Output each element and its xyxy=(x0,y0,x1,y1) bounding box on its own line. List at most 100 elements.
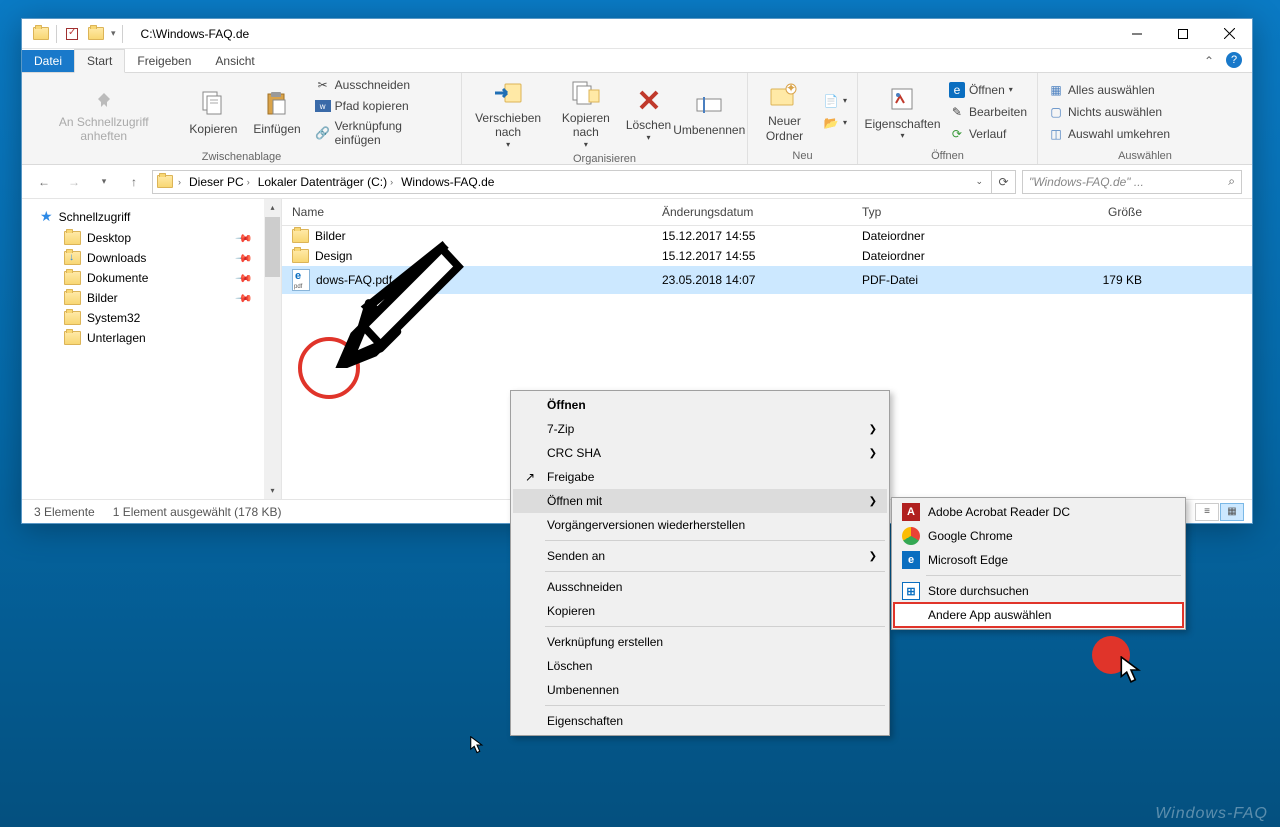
column-headers[interactable]: Name Änderungsdatum Typ Größe xyxy=(282,199,1252,226)
forward-button[interactable]: → xyxy=(62,170,86,194)
copy-path-button[interactable]: ᴡPfad kopieren xyxy=(311,97,455,115)
address-dropdown-icon[interactable]: ⌄ xyxy=(971,176,987,187)
ribbon-collapse-icon[interactable]: ⌃ xyxy=(1196,50,1222,72)
ctx-previous-versions[interactable]: Vorgängerversionen wiederherstellen xyxy=(513,513,887,537)
ctx-rename[interactable]: Umbenennen xyxy=(513,678,887,702)
view-icons-button[interactable]: ▦ xyxy=(1220,503,1244,521)
ctx-delete[interactable]: Löschen xyxy=(513,654,887,678)
breadcrumb[interactable]: › Dieser PC› Lokaler Datenträger (C:)› W… xyxy=(152,170,992,194)
folder-icon xyxy=(64,311,81,325)
maximize-button[interactable] xyxy=(1160,19,1206,48)
group-new-label: Neu xyxy=(754,148,851,164)
history-icon: ⟳ xyxy=(949,126,965,142)
app-chrome[interactable]: Google Chrome xyxy=(894,524,1183,548)
ctx-sendto[interactable]: Senden an❯ xyxy=(513,544,887,568)
edge-icon: e xyxy=(949,82,965,98)
select-none-button[interactable]: ▢Nichts auswählen xyxy=(1044,102,1174,122)
search-input[interactable]: "Windows-FAQ.de" ...⌕ xyxy=(1022,170,1242,194)
app-store-search[interactable]: ⊞Store durchsuchen xyxy=(894,579,1183,603)
qat-dropdown-icon[interactable]: ▾ xyxy=(111,28,116,39)
crumb-pc: Dieser PC› xyxy=(186,175,253,189)
ctx-create-shortcut[interactable]: Verknüpfung erstellen xyxy=(513,630,887,654)
ctx-share[interactable]: ↗Freigabe xyxy=(513,465,887,489)
paste-shortcut-button[interactable]: 🔗Verknüpfung einfügen xyxy=(311,117,455,149)
file-size: 179 KB xyxy=(1052,273,1152,287)
pin-quickaccess-button[interactable]: An Schnellzugriff anheften xyxy=(28,79,179,146)
file-row[interactable]: Design 15.12.2017 14:55Dateiordner xyxy=(282,246,1252,266)
tab-view[interactable]: Ansicht xyxy=(203,50,266,72)
context-menu: Öffnen 7-Zip❯ CRC SHA❯ ↗Freigabe Öffnen … xyxy=(510,390,890,736)
file-type: Dateiordner xyxy=(852,249,1052,263)
up-button[interactable]: ↑ xyxy=(122,170,146,194)
file-name: Bilder xyxy=(315,229,346,243)
ctx-crcsha[interactable]: CRC SHA❯ xyxy=(513,441,887,465)
sidebar-scrollbar[interactable]: ▴▾ xyxy=(264,199,281,499)
refresh-button[interactable]: ⟳ xyxy=(992,170,1016,194)
app-adobe[interactable]: AAdobe Acrobat Reader DC xyxy=(894,500,1183,524)
select-all-button[interactable]: ▦Alles auswählen xyxy=(1044,80,1174,100)
file-date: 23.05.2018 14:07 xyxy=(652,273,852,287)
invert-selection-button[interactable]: ◫Auswahl umkehren xyxy=(1044,124,1174,144)
shortcut-icon: 🔗 xyxy=(315,125,331,141)
file-date: 15.12.2017 14:55 xyxy=(652,249,852,263)
ribbon: An Schnellzugriff anheften Kopieren Einf… xyxy=(22,73,1252,165)
adobe-icon: A xyxy=(902,503,920,521)
view-details-button[interactable]: ≡ xyxy=(1195,503,1219,521)
open-button[interactable]: eÖffnen▾ xyxy=(945,80,1031,100)
sidebar-item-documents[interactable]: Dokumente📌 xyxy=(22,268,281,288)
copy-button[interactable]: Kopieren xyxy=(183,86,243,138)
move-to-button[interactable]: Verschieben nach▾ xyxy=(468,75,548,151)
sidebar-item-desktop[interactable]: Desktop📌 xyxy=(22,228,281,248)
recent-button[interactable]: ▾ xyxy=(92,170,116,194)
tab-start[interactable]: Start xyxy=(74,49,125,73)
titlebar: ▾ C:\Windows-FAQ.de xyxy=(22,19,1252,49)
ctx-openwith[interactable]: Öffnen mit❯ xyxy=(513,489,887,513)
paste-button[interactable]: Einfügen xyxy=(247,86,306,138)
ctx-open[interactable]: Öffnen xyxy=(513,393,887,417)
properties-button[interactable]: Eigenschaften▾ xyxy=(864,81,941,143)
help-icon[interactable]: ? xyxy=(1226,52,1242,68)
crumb-drive: Lokaler Datenträger (C:)› xyxy=(255,175,396,189)
easy-access-button[interactable]: 📂▾ xyxy=(819,113,851,133)
close-button[interactable] xyxy=(1206,19,1252,48)
status-count: 3 Elemente xyxy=(34,505,95,519)
ctx-properties[interactable]: Eigenschaften xyxy=(513,709,887,733)
cut-button[interactable]: ✂Ausschneiden xyxy=(311,75,455,95)
sidebar-item-unterlagen[interactable]: Unterlagen xyxy=(22,328,281,348)
delete-button[interactable]: Löschen▾ xyxy=(624,82,674,144)
ctx-7zip[interactable]: 7-Zip❯ xyxy=(513,417,887,441)
folder-icon xyxy=(64,331,81,345)
qat-properties-icon[interactable] xyxy=(63,25,81,43)
app-edge[interactable]: eMicrosoft Edge xyxy=(894,548,1183,572)
back-button[interactable]: ← xyxy=(32,170,56,194)
sidebar: ★Schnellzugriff Desktop📌 Downloads📌 Doku… xyxy=(22,199,282,499)
sidebar-quickaccess[interactable]: ★Schnellzugriff xyxy=(22,205,281,228)
chrome-icon xyxy=(902,527,920,545)
select-all-icon: ▦ xyxy=(1048,82,1064,98)
file-row[interactable]: Bilder15.12.2017 14:55Dateiordner xyxy=(282,226,1252,246)
pin-icon: 📌 xyxy=(235,269,254,288)
sidebar-item-pictures[interactable]: Bilder📌 xyxy=(22,288,281,308)
tab-share[interactable]: Freigeben xyxy=(125,50,203,72)
qat-newfolder-icon[interactable] xyxy=(87,25,105,43)
edit-button[interactable]: ✎Bearbeiten xyxy=(945,102,1031,122)
system-folder-icon xyxy=(32,25,50,43)
copy-to-button[interactable]: Kopieren nach▾ xyxy=(552,75,619,151)
folder-icon xyxy=(292,249,309,263)
new-folder-button[interactable]: ✦Neuer Ordner xyxy=(754,78,815,145)
file-name: Design xyxy=(315,249,352,263)
col-size: Größe xyxy=(1052,205,1152,219)
ctx-copy[interactable]: Kopieren xyxy=(513,599,887,623)
minimize-button[interactable] xyxy=(1114,19,1160,48)
history-button[interactable]: ⟳Verlauf xyxy=(945,124,1031,144)
store-icon: ⊞ xyxy=(902,582,920,600)
new-item-button[interactable]: 📄▾ xyxy=(819,91,851,111)
rename-button[interactable]: Umbenennen xyxy=(678,87,742,139)
group-clipboard-label: Zwischenablage xyxy=(28,149,455,165)
app-choose-another[interactable]: Andere App auswählen xyxy=(894,603,1183,627)
ctx-cut[interactable]: Ausschneiden xyxy=(513,575,887,599)
sidebar-item-system32[interactable]: System32 xyxy=(22,308,281,328)
file-row[interactable]: dows-FAQ.pdf23.05.2018 14:07PDF-Datei179… xyxy=(282,266,1252,294)
tab-file[interactable]: Datei xyxy=(22,50,74,72)
sidebar-item-downloads[interactable]: Downloads📌 xyxy=(22,248,281,268)
